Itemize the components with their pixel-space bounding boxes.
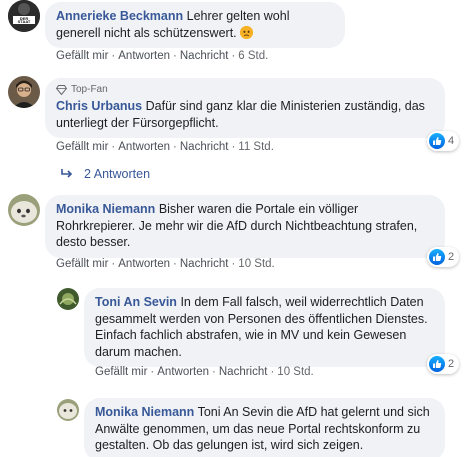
- reply-link[interactable]: Antworten: [118, 141, 170, 153]
- message-link[interactable]: Nachricht: [180, 258, 229, 270]
- avatar[interactable]: [57, 288, 79, 310]
- timestamp[interactable]: 10 Std.: [238, 258, 274, 270]
- comment-actions: Gefällt mir · Antworten · Nachricht · 10 Std.: [56, 258, 275, 270]
- avatar-image: [8, 194, 40, 226]
- avatar[interactable]: [8, 76, 40, 108]
- comment-actions: Gefällt mir · Antworten · Nachricht · 11 Std.: [56, 141, 274, 153]
- reaction-number: 4: [448, 135, 455, 147]
- avatar-image: [8, 76, 40, 108]
- comment-author[interactable]: Chris Urbanus: [56, 99, 142, 113]
- reply-arrow-icon: [61, 169, 73, 178]
- avatar[interactable]: DER STAAT: [8, 0, 40, 32]
- diamond-icon: [56, 85, 67, 95]
- reply-link[interactable]: Antworten: [157, 366, 209, 378]
- comment-author[interactable]: Monika Niemann: [95, 405, 194, 419]
- comment-author[interactable]: Annerieke Beckmann: [56, 9, 183, 23]
- avatar-image: [57, 288, 79, 310]
- like-icon: [429, 249, 445, 265]
- avatar-logo-text: DER STAAT: [17, 16, 31, 24]
- comment-bubble: Annerieke Beckmann Lehrer gelten wohl ge…: [45, 2, 345, 48]
- reaction-count[interactable]: 4: [427, 131, 460, 151]
- reaction-count[interactable]: 2: [427, 354, 460, 374]
- view-replies-link[interactable]: 2 Antworten: [60, 167, 150, 181]
- reply-link[interactable]: Antworten: [118, 50, 170, 62]
- like-link[interactable]: Gefällt mir: [56, 141, 108, 153]
- angry-emoji-icon: [240, 25, 254, 39]
- like-icon: [429, 133, 445, 149]
- timestamp[interactable]: 6 Std.: [238, 50, 268, 62]
- like-link[interactable]: Gefällt mir: [56, 258, 108, 270]
- comment-author[interactable]: Monika Niemann: [56, 202, 155, 216]
- message-link[interactable]: Nachricht: [180, 50, 229, 62]
- like-link[interactable]: Gefällt mir: [95, 366, 147, 378]
- reaction-number: 2: [448, 358, 455, 370]
- message-link[interactable]: Nachricht: [180, 141, 229, 153]
- avatar-image: [57, 399, 79, 421]
- reaction-count[interactable]: 2: [427, 247, 460, 267]
- reply-link[interactable]: Antworten: [118, 258, 170, 270]
- comment-bubble: Monika Niemann Bisher waren die Portale …: [45, 195, 445, 258]
- comment-bubble: Toni An Sevin In dem Fall falsch, weil w…: [84, 288, 445, 367]
- reaction-number: 2: [448, 251, 455, 263]
- top-fan-badge: Top-Fan: [56, 84, 434, 96]
- like-icon: [429, 356, 445, 372]
- avatar[interactable]: [57, 399, 79, 421]
- timestamp[interactable]: 10 Std.: [277, 366, 313, 378]
- message-link[interactable]: Nachricht: [219, 366, 268, 378]
- top-fan-label: Top-Fan: [71, 84, 108, 95]
- comment-bubble: Monika Niemann Toni An Sevin die AfD hat…: [84, 398, 445, 457]
- avatar[interactable]: [8, 194, 40, 226]
- comment-actions: Gefällt mir · Antworten · Nachricht · 10 Std.: [95, 366, 314, 378]
- comment-author[interactable]: Toni An Sevin: [95, 295, 177, 309]
- comment-bubble: Top-Fan Chris Urbanus Dafür sind ganz kl…: [45, 78, 445, 138]
- replies-count: 2 Antworten: [84, 167, 151, 181]
- like-link[interactable]: Gefällt mir: [56, 50, 108, 62]
- comment-actions: Gefällt mir · Antworten · Nachricht · 6 Std.: [56, 50, 269, 62]
- timestamp[interactable]: 11 Std.: [238, 141, 274, 153]
